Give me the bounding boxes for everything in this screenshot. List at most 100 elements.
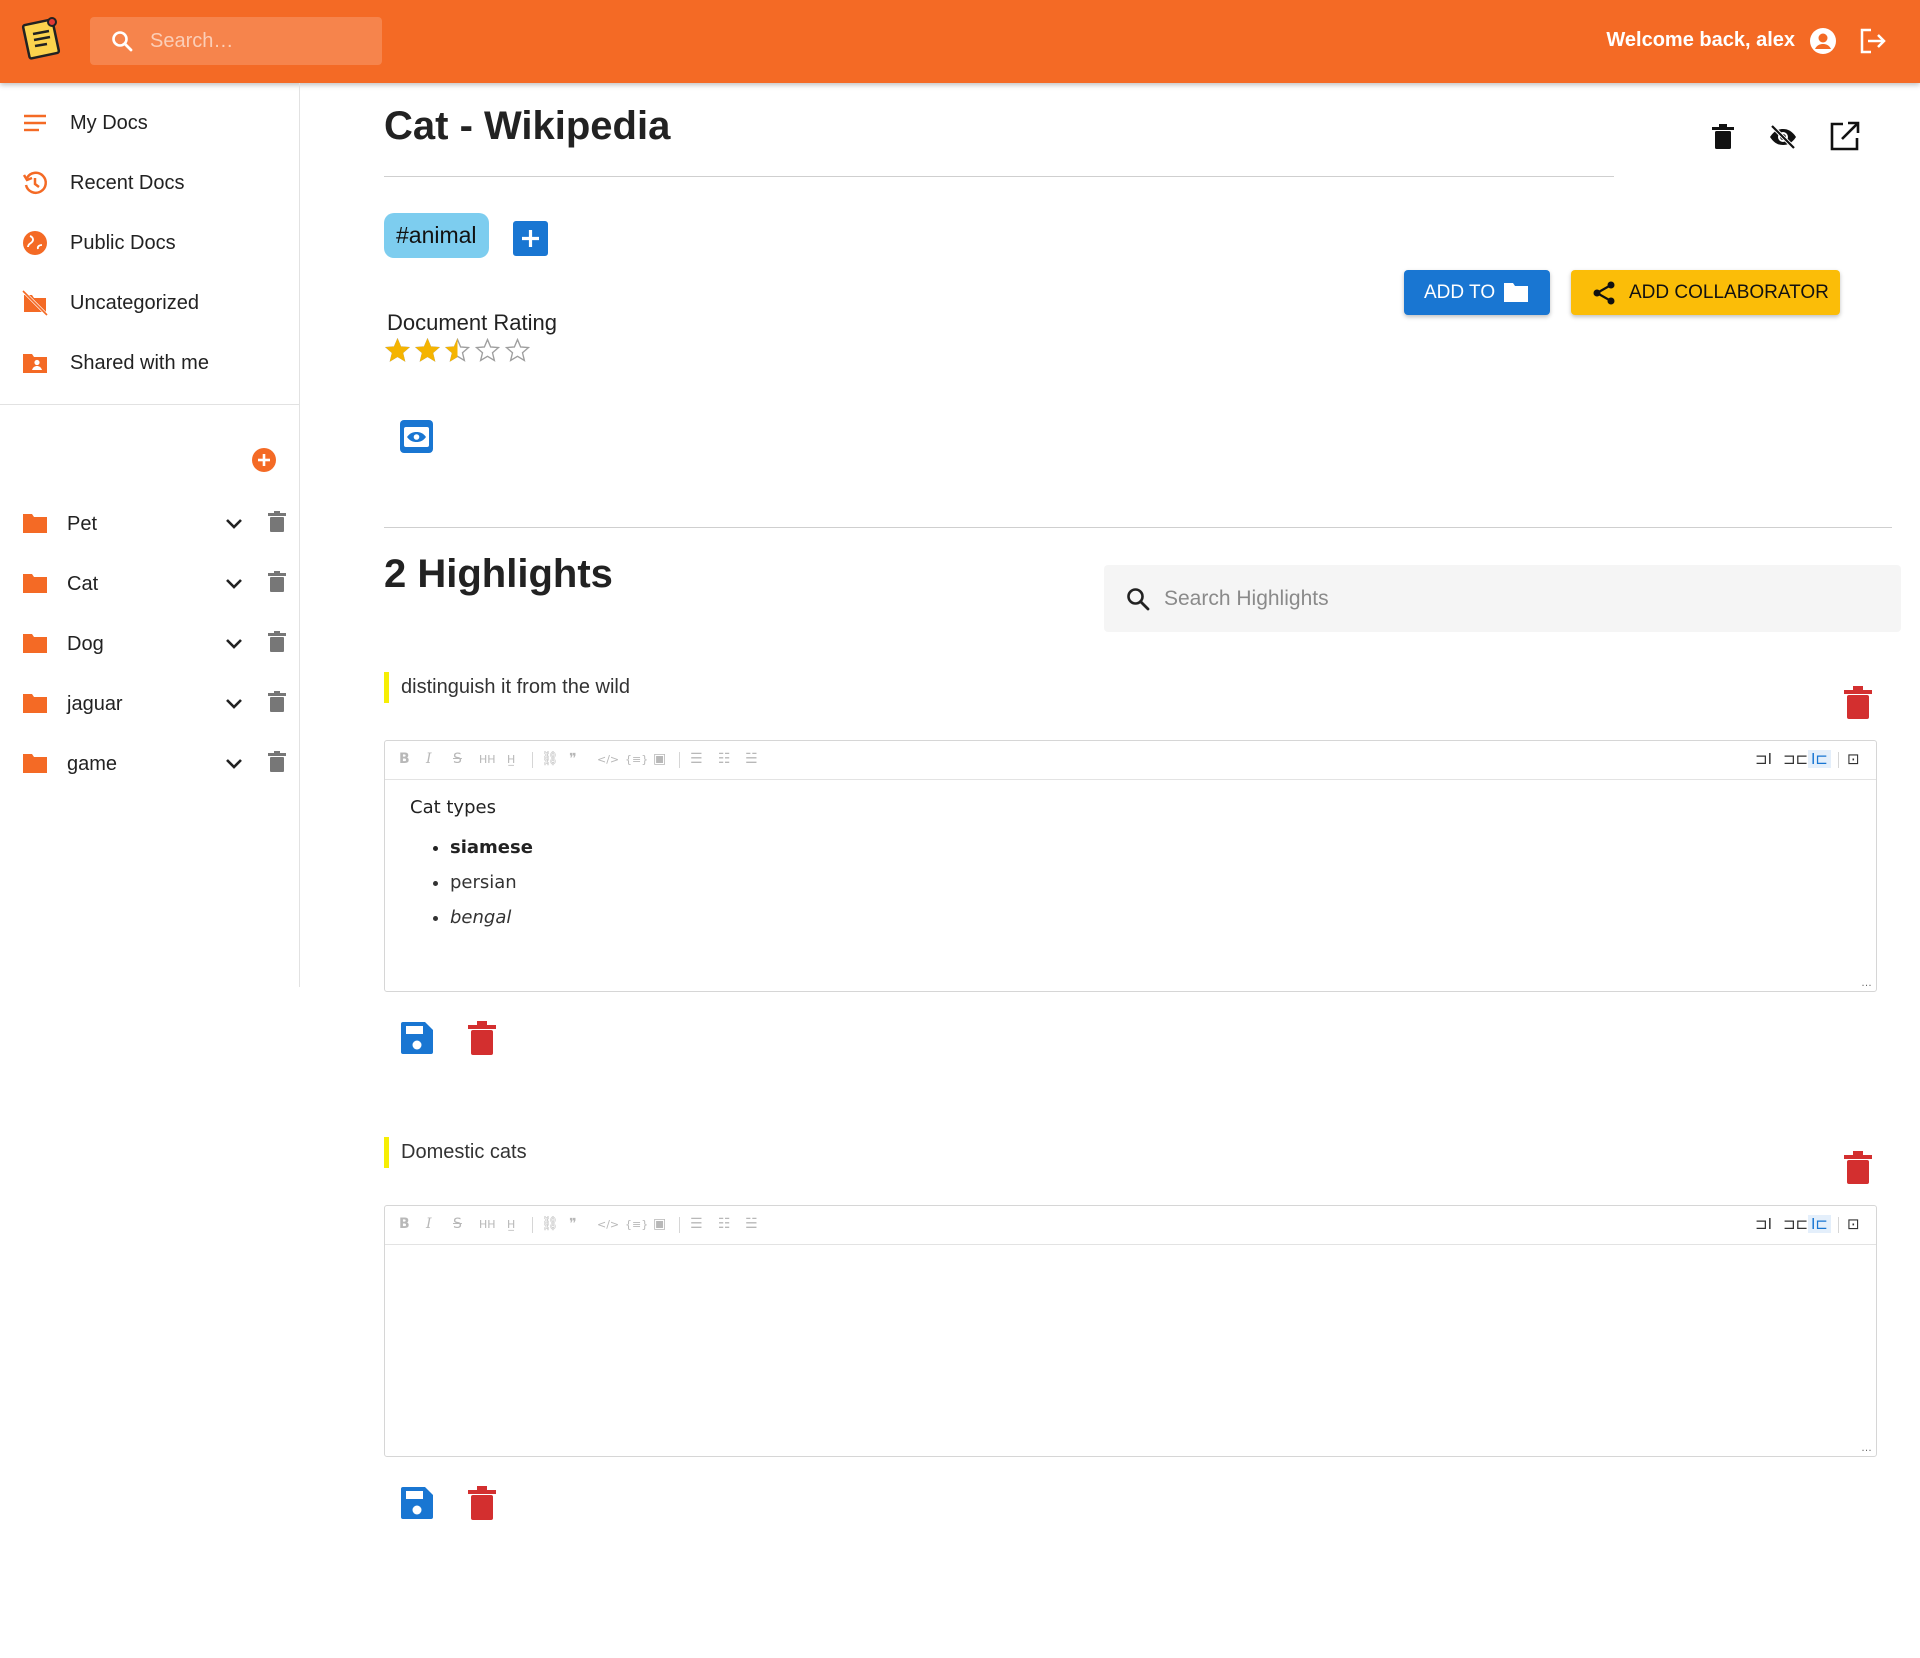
delete-highlight-icon[interactable] bbox=[1844, 686, 1872, 720]
chevron-down-icon[interactable] bbox=[223, 513, 245, 535]
folder-item[interactable]: jaguar bbox=[0, 674, 299, 734]
folder-label: Dog bbox=[67, 633, 104, 655]
numbered-list-icon[interactable]: ☷ bbox=[718, 751, 731, 767]
nav-my-docs[interactable]: My Docs bbox=[0, 93, 299, 153]
strikethrough-icon[interactable]: S bbox=[453, 1216, 462, 1232]
checklist-icon[interactable]: ☱ bbox=[745, 751, 758, 767]
folder-item[interactable]: Pet bbox=[0, 494, 299, 554]
delete-document-icon[interactable] bbox=[1712, 124, 1734, 150]
menu-lines-icon bbox=[22, 110, 48, 136]
code-block-icon[interactable]: {≡} bbox=[625, 1218, 648, 1231]
edit-mode-icon[interactable]: I⊏ bbox=[1808, 750, 1831, 768]
note-list-item: persian bbox=[450, 865, 533, 900]
star-icon[interactable] bbox=[505, 338, 530, 363]
bullet-list-icon[interactable]: ☰ bbox=[690, 751, 703, 767]
add-folder-icon[interactable] bbox=[251, 447, 277, 473]
add-to-folder-button[interactable]: ADD TO bbox=[1404, 270, 1550, 315]
folder-label: Pet bbox=[67, 513, 98, 535]
italic-icon[interactable]: I bbox=[426, 751, 432, 767]
italic-icon[interactable]: I bbox=[426, 1216, 432, 1232]
tag-chip[interactable]: #animal bbox=[384, 213, 489, 258]
chevron-down-icon[interactable] bbox=[223, 633, 245, 655]
note-content[interactable]: Cat types siamese persian bengal bbox=[410, 797, 533, 935]
open-external-icon[interactable] bbox=[1829, 120, 1861, 152]
link-icon[interactable]: ⛓ bbox=[541, 1216, 559, 1232]
preview-icon[interactable] bbox=[399, 419, 434, 454]
resize-handle[interactable]: … bbox=[1861, 977, 1872, 989]
note-editor[interactable]: B I S HH H̲ ⛓ ❞ </> {≡} ▣ ☰ ☷ ☱ ⊐I ⊐⊏ I⊏… bbox=[384, 740, 1877, 992]
folder-icon bbox=[1502, 280, 1530, 304]
chevron-down-icon[interactable] bbox=[223, 573, 245, 595]
save-note-icon[interactable] bbox=[399, 1485, 435, 1521]
global-search[interactable]: Search… bbox=[90, 17, 382, 65]
image-icon[interactable]: ▣ bbox=[653, 751, 666, 767]
bold-icon[interactable]: B bbox=[399, 1216, 410, 1232]
chevron-down-icon[interactable] bbox=[223, 753, 245, 775]
resize-handle[interactable]: … bbox=[1861, 1442, 1872, 1454]
nav-public-docs[interactable]: Public Docs bbox=[0, 213, 299, 273]
bullet-list-icon[interactable]: ☰ bbox=[690, 1216, 703, 1232]
quote-icon[interactable]: ❞ bbox=[569, 1216, 577, 1232]
star-icon[interactable] bbox=[385, 338, 410, 363]
heading-icon[interactable]: HH bbox=[479, 753, 496, 766]
code-icon[interactable]: </> bbox=[597, 1218, 619, 1231]
delete-folder-icon[interactable] bbox=[268, 511, 286, 533]
nav-recent-docs[interactable]: Recent Docs bbox=[0, 153, 299, 213]
add-tag-button[interactable] bbox=[513, 221, 548, 256]
nav-shared-with-me[interactable]: Shared with me bbox=[0, 333, 299, 393]
notes-logo-icon[interactable] bbox=[20, 14, 64, 62]
code-block-icon[interactable]: {≡} bbox=[625, 753, 648, 766]
bold-icon[interactable]: B bbox=[399, 751, 410, 767]
folder-item[interactable]: game bbox=[0, 734, 299, 794]
note-editor[interactable]: B I S HH H̲ ⛓ ❞ </> {≡} ▣ ☰ ☷ ☱ ⊐I ⊐⊏ I⊏… bbox=[384, 1205, 1877, 1457]
delete-highlight-icon[interactable] bbox=[1844, 1151, 1872, 1185]
code-icon[interactable]: </> bbox=[597, 753, 619, 766]
preview-mode-icon[interactable]: ⊐⊏ bbox=[1783, 1215, 1808, 1233]
side-by-side-icon[interactable]: ⊐I bbox=[1755, 1215, 1772, 1233]
save-note-icon[interactable] bbox=[399, 1020, 435, 1056]
account-circle-icon[interactable] bbox=[1809, 27, 1837, 55]
search-input[interactable]: Search… bbox=[150, 30, 233, 53]
delete-note-icon[interactable] bbox=[468, 1485, 496, 1521]
logout-icon[interactable] bbox=[1858, 27, 1888, 55]
add-to-label: ADD TO bbox=[1424, 282, 1496, 303]
heading-size-icon[interactable]: H̲ bbox=[507, 753, 515, 766]
heading-size-icon[interactable]: H̲ bbox=[507, 1218, 515, 1231]
numbered-list-icon[interactable]: ☷ bbox=[718, 1216, 731, 1232]
app-bar: Search… Welcome back, alex bbox=[0, 0, 1920, 83]
rating-stars[interactable] bbox=[385, 338, 530, 363]
quote-icon[interactable]: ❞ bbox=[569, 751, 577, 767]
delete-folder-icon[interactable] bbox=[268, 751, 286, 773]
toolbar-separator bbox=[1838, 1217, 1839, 1233]
section-divider bbox=[384, 527, 1892, 528]
image-icon[interactable]: ▣ bbox=[653, 1216, 666, 1232]
fullscreen-icon[interactable]: ⊡ bbox=[1847, 750, 1860, 768]
visibility-off-icon[interactable] bbox=[1768, 124, 1798, 150]
delete-folder-icon[interactable] bbox=[268, 691, 286, 713]
folder-item[interactable]: Dog bbox=[0, 614, 299, 674]
heading-icon[interactable]: HH bbox=[479, 1218, 496, 1231]
star-icon[interactable] bbox=[445, 338, 470, 363]
search-icon bbox=[1125, 586, 1151, 612]
star-icon[interactable] bbox=[415, 338, 440, 363]
strikethrough-icon[interactable]: S bbox=[453, 751, 462, 767]
star-icon[interactable] bbox=[475, 338, 500, 363]
folder-item[interactable]: Cat bbox=[0, 554, 299, 614]
highlights-search-input[interactable]: Search Highlights bbox=[1164, 587, 1329, 611]
delete-folder-icon[interactable] bbox=[268, 571, 286, 593]
delete-folder-icon[interactable] bbox=[268, 631, 286, 653]
delete-note-icon[interactable] bbox=[468, 1020, 496, 1056]
nav-uncategorized[interactable]: Uncategorized bbox=[0, 273, 299, 333]
link-icon[interactable]: ⛓ bbox=[541, 751, 559, 767]
edit-mode-icon[interactable]: I⊏ bbox=[1808, 1215, 1831, 1233]
rating-label: Document Rating bbox=[387, 310, 557, 335]
folder-off-icon bbox=[22, 290, 48, 316]
fullscreen-icon[interactable]: ⊡ bbox=[1847, 1215, 1860, 1233]
side-by-side-icon[interactable]: ⊐I bbox=[1755, 750, 1772, 768]
add-collaborator-button[interactable]: ADD COLLABORATOR bbox=[1571, 270, 1840, 315]
highlights-search[interactable]: Search Highlights bbox=[1104, 565, 1901, 632]
chevron-down-icon[interactable] bbox=[223, 693, 245, 715]
folder-label: game bbox=[67, 753, 118, 775]
preview-mode-icon[interactable]: ⊐⊏ bbox=[1783, 750, 1808, 768]
checklist-icon[interactable]: ☱ bbox=[745, 1216, 758, 1232]
